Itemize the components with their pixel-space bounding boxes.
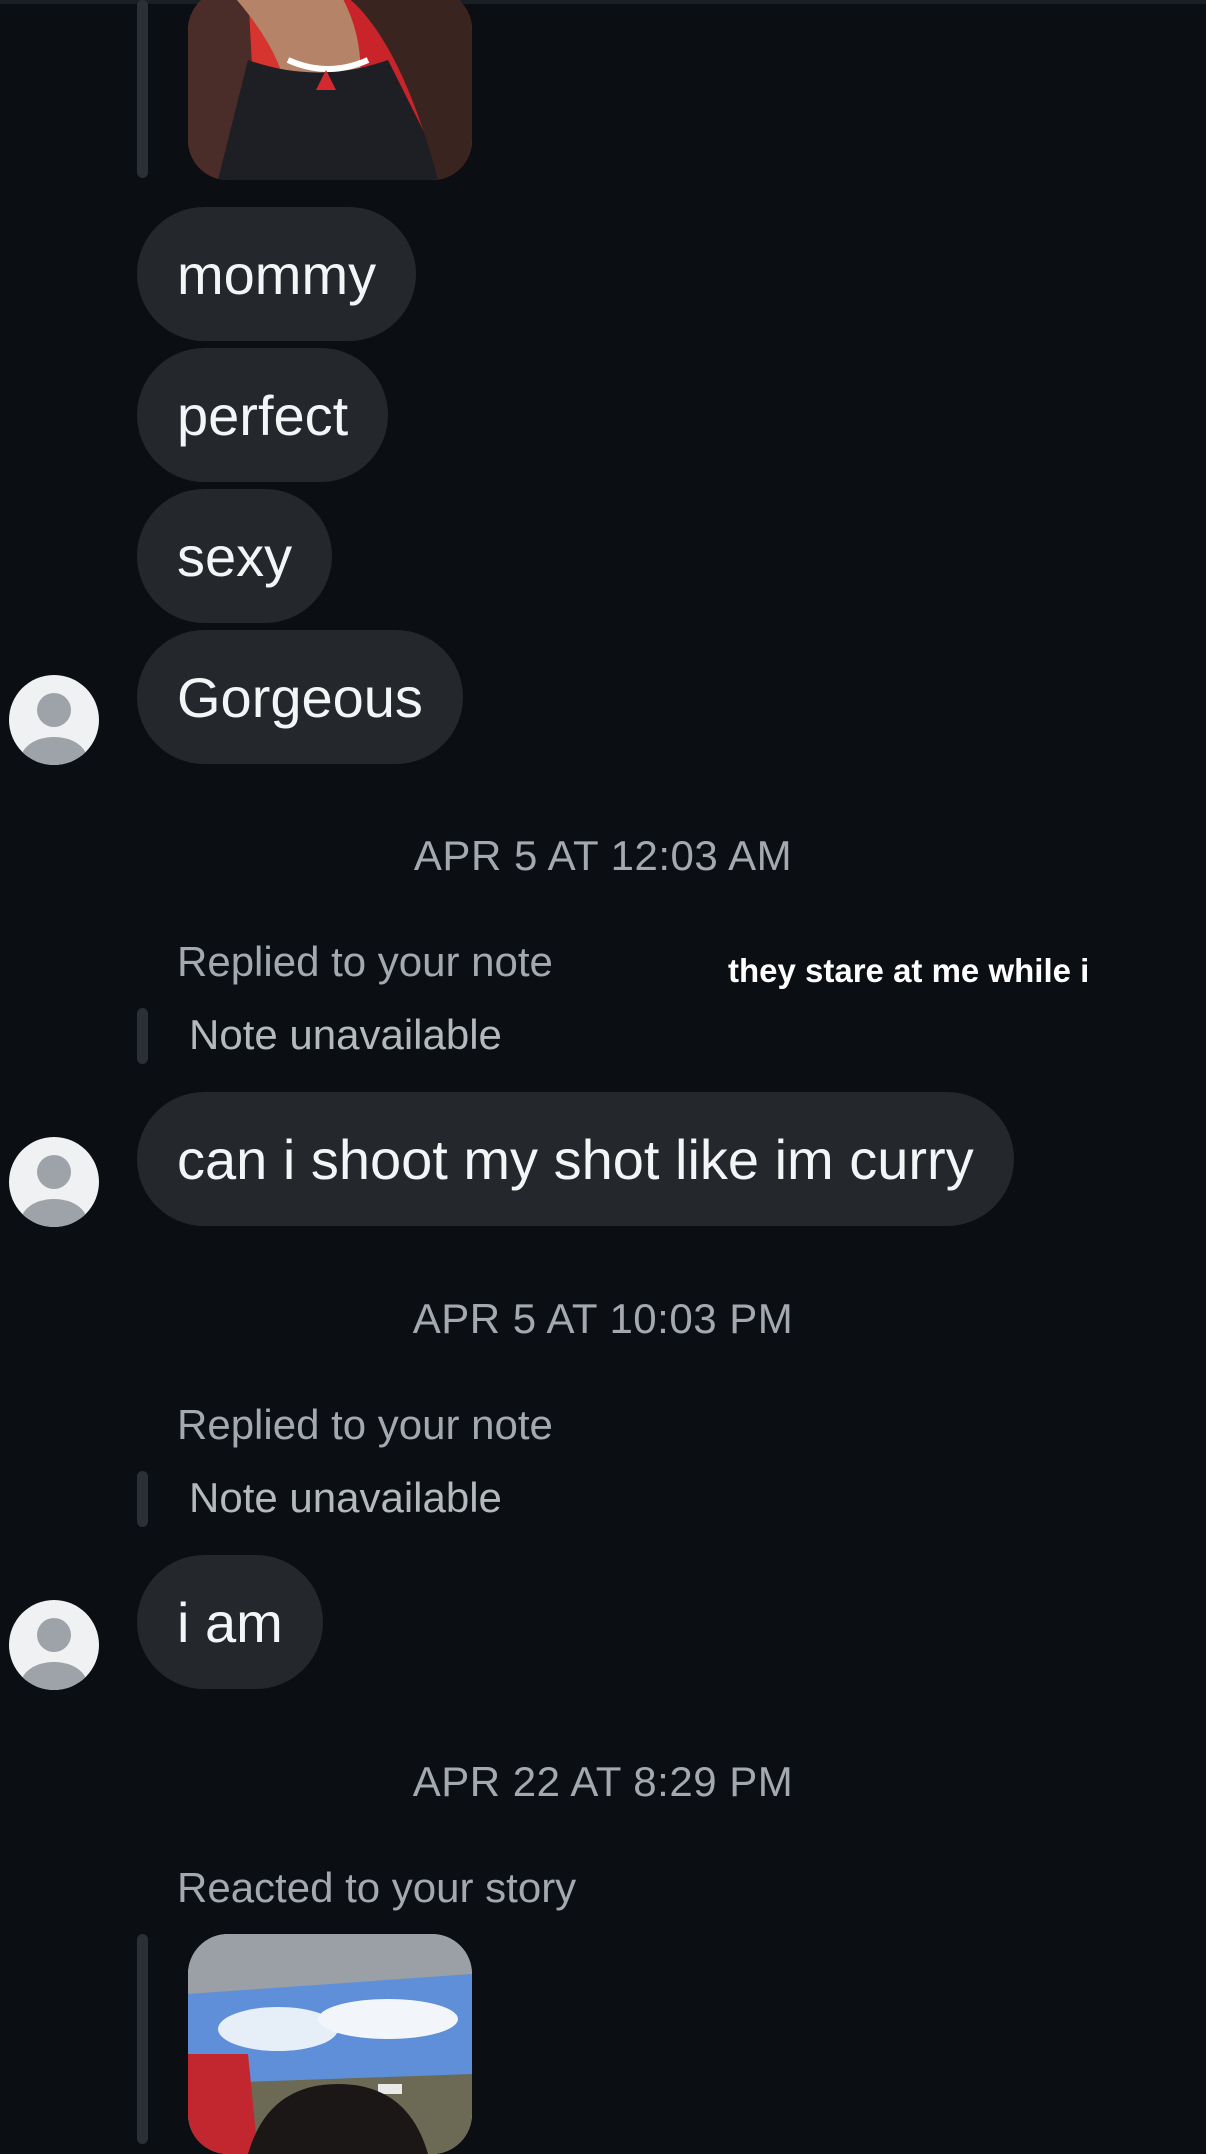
message-bubble[interactable]: i am xyxy=(137,1555,323,1689)
reply-note-unavailable: Note unavailable xyxy=(189,1474,502,1521)
reply-quote-bar xyxy=(137,1008,148,1064)
story-reply-bar xyxy=(137,0,148,178)
reply-label: Replied to your note xyxy=(177,938,553,985)
reply-label: Replied to your note xyxy=(177,1401,553,1448)
message-bubble[interactable]: sexy xyxy=(137,489,333,623)
message-bubble[interactable]: mommy xyxy=(137,207,417,341)
message-text: Gorgeous xyxy=(177,665,423,729)
story-image xyxy=(188,0,472,180)
message-text: sexy xyxy=(177,524,293,588)
reply-note-unavailable: Note unavailable xyxy=(189,1011,502,1058)
message-text: i am xyxy=(177,1590,283,1654)
sender-avatar[interactable] xyxy=(9,1600,99,1690)
story-image xyxy=(188,1934,472,2154)
note-preview-text: they stare at me while i xyxy=(728,952,1090,989)
message-bubble[interactable]: perfect xyxy=(137,348,389,482)
sender-avatar[interactable] xyxy=(9,675,99,765)
message-timestamp: APR 5 AT 12:03 AM xyxy=(413,832,793,879)
sender-avatar[interactable] xyxy=(9,1137,99,1227)
story-thumbnail[interactable] xyxy=(188,0,472,180)
message-text: can i shoot my shot like im curry xyxy=(177,1127,974,1191)
default-avatar-icon xyxy=(21,1155,87,1227)
message-text: perfect xyxy=(177,383,349,447)
message-timestamp: APR 22 AT 8:29 PM xyxy=(412,1758,794,1805)
top-divider xyxy=(0,0,1206,4)
message-timestamp: APR 5 AT 10:03 PM xyxy=(412,1295,794,1342)
message-bubble[interactable]: Gorgeous xyxy=(137,630,463,764)
reply-quote-bar xyxy=(137,1471,148,1527)
message-bubble[interactable]: can i shoot my shot like im curry xyxy=(137,1092,1014,1226)
reaction-label: Reacted to your story xyxy=(177,1864,577,1911)
message-text: mommy xyxy=(177,242,377,306)
story-thumbnail[interactable] xyxy=(188,1934,472,2154)
default-avatar-icon xyxy=(21,693,87,765)
story-reply-bar xyxy=(137,1934,148,2144)
default-avatar-icon xyxy=(21,1618,87,1690)
